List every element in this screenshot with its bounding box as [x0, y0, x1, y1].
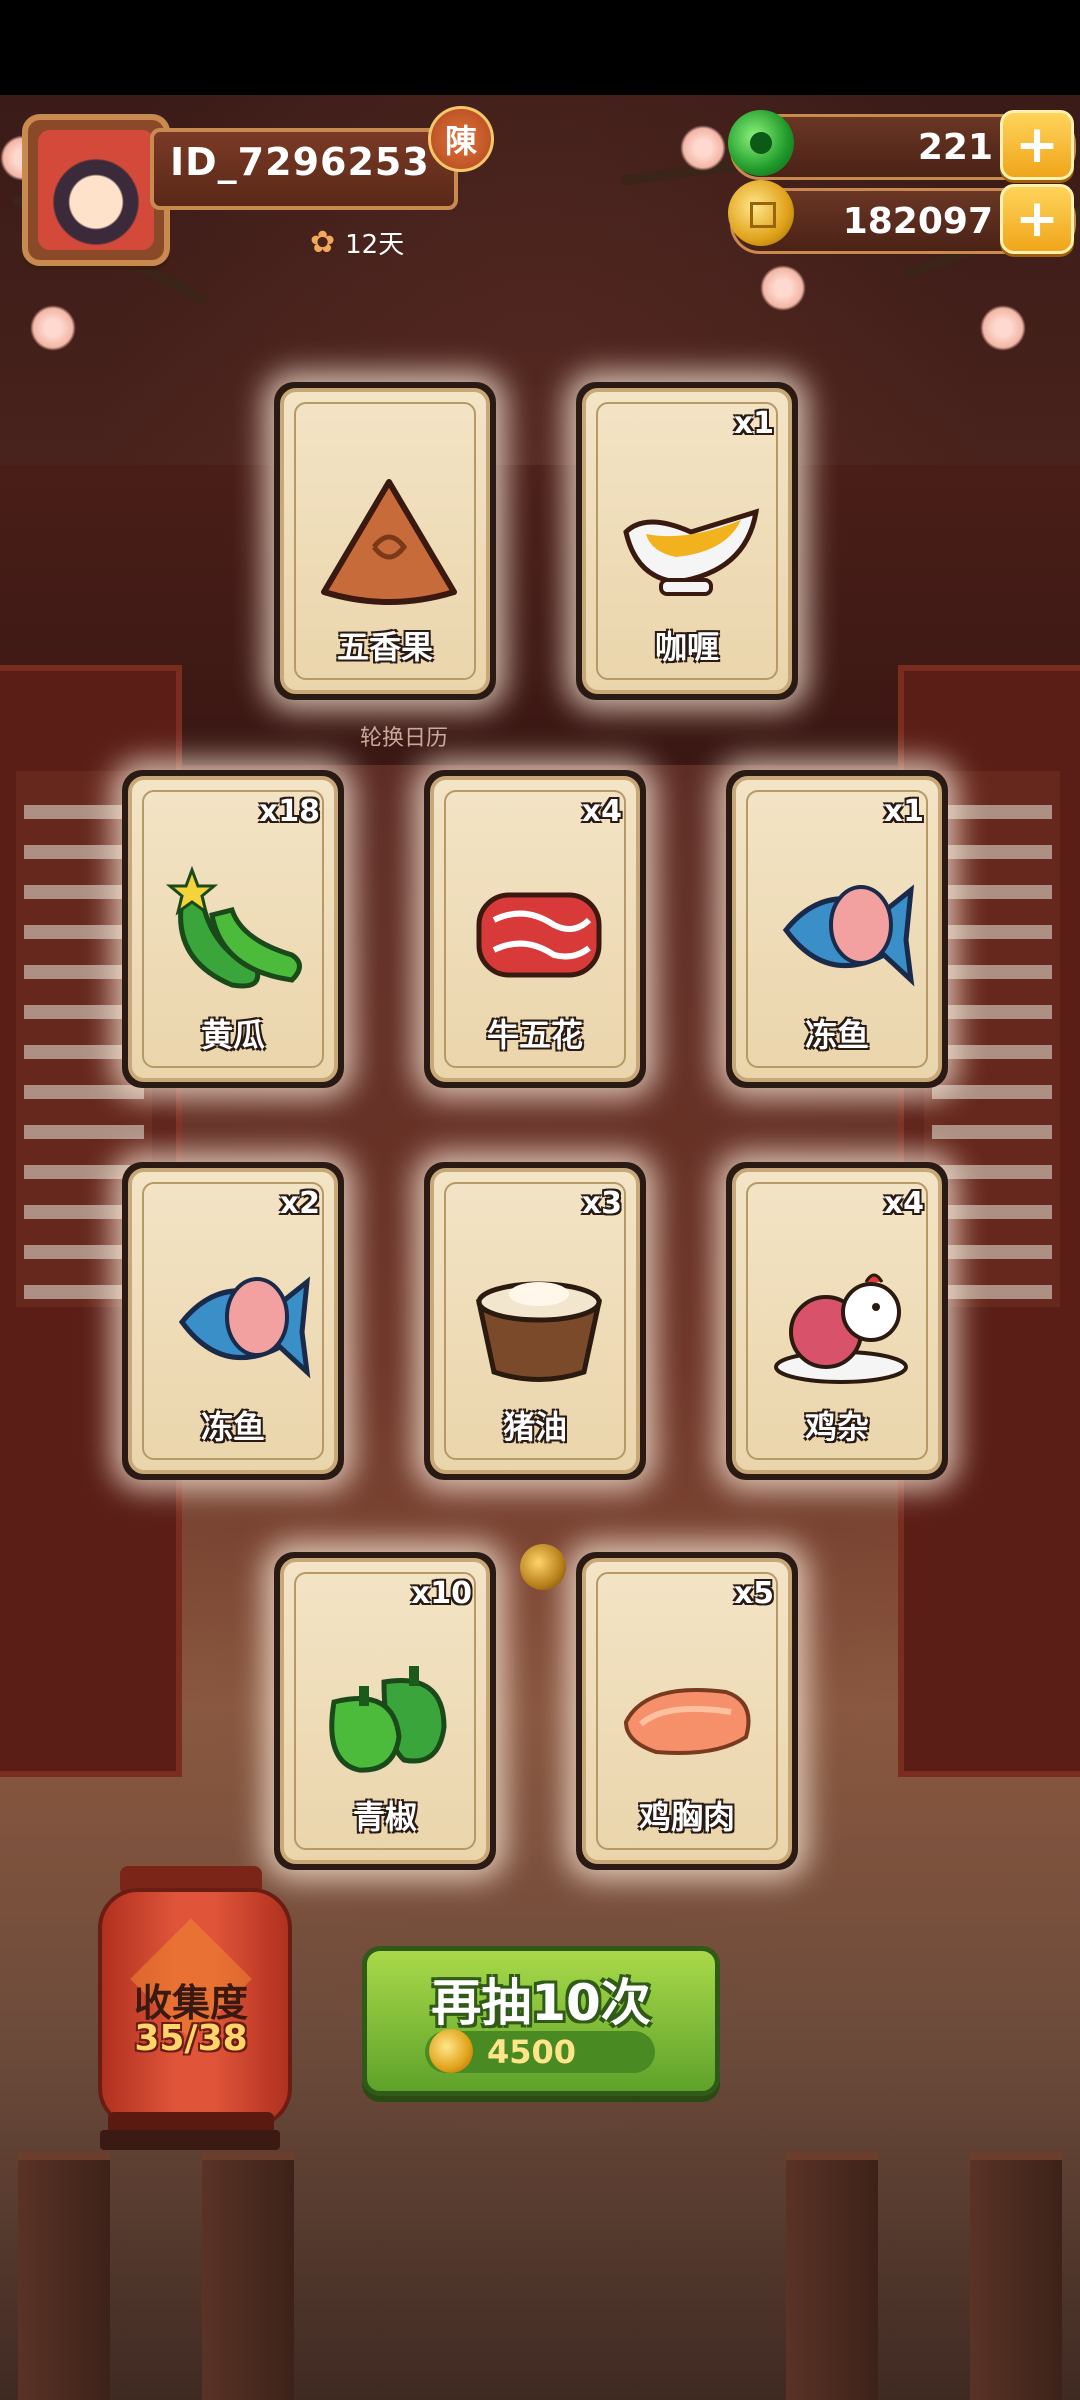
fence-post [18, 2152, 110, 2400]
reward-card[interactable]: x10 青椒 [274, 1552, 496, 1870]
blossom [30, 305, 76, 351]
card-name: 鸡胸肉 [638, 1798, 735, 1836]
card-name: 牛五花 [486, 1016, 583, 1054]
jade-value: 221 [917, 127, 993, 168]
calendar-label: 轮换日历 [360, 726, 449, 751]
fence-post [202, 2152, 294, 2400]
coin-icon [520, 1544, 566, 1590]
coin-icon [429, 2029, 473, 2073]
card-name: 黄瓜 [200, 1016, 265, 1054]
card-name: 鸡杂 [804, 1408, 869, 1446]
sprout-icon: ✿ [310, 224, 336, 260]
add-jade-button[interactable]: + [1000, 110, 1074, 180]
reward-card[interactable]: x4 鸡杂 [726, 1162, 948, 1480]
login-days: ✿ 12天 [310, 222, 404, 262]
player-id: ID_7296253 [170, 140, 430, 184]
card-qty: x2 [279, 1186, 320, 1221]
draw-again-label: 再抽10次 [431, 1974, 651, 2032]
frozen-fish-icon [178, 1276, 311, 1379]
card-qty: x10 [410, 1576, 472, 1611]
reward-card[interactable]: x1 冻鱼 [726, 770, 948, 1088]
collection-progress: 35/38 [134, 2018, 248, 2059]
add-coins-button[interactable]: + [1000, 184, 1074, 254]
card-name: 猪油 [502, 1408, 567, 1446]
avatar [38, 130, 154, 250]
reward-card[interactable]: x2 冻鱼 [122, 1162, 344, 1480]
green-pepper-icon [329, 1666, 447, 1773]
card-qty: x18 [258, 794, 320, 829]
beef-brisket-icon [476, 892, 602, 978]
card-name: 青椒 [352, 1798, 417, 1836]
player-avatar[interactable] [22, 114, 170, 266]
login-days-text: 12天 [345, 229, 405, 260]
player-badge[interactable]: 陳 [428, 106, 494, 172]
card-qty: x5 [733, 1576, 774, 1611]
card-qty: x1 [883, 794, 924, 829]
reward-card[interactable]: x18 黄瓜 [122, 770, 344, 1088]
chicken-giblets-icon [774, 1273, 908, 1384]
frozen-fish-icon [782, 884, 915, 987]
blossom [760, 265, 806, 311]
chicken-breast-icon [623, 1688, 751, 1755]
spice-fruit-icon [321, 479, 457, 605]
lard-cup-icon [475, 1281, 603, 1382]
status-bar [0, 0, 1080, 95]
card-qty: x4 [883, 1186, 924, 1221]
reward-card[interactable]: x3 猪油 [424, 1162, 646, 1480]
coin-icon [728, 180, 794, 246]
blossom [680, 125, 726, 171]
reward-card[interactable]: x4 牛五花 [424, 770, 646, 1088]
curry-gravy-boat-icon [623, 508, 760, 596]
draw-again-button[interactable]: 再抽10次 4500 [362, 1946, 720, 2096]
reward-card[interactable]: x1 咖喱 [576, 382, 798, 700]
card-qty: x4 [581, 794, 622, 829]
card-qty: x1 [733, 406, 774, 441]
reward-card[interactable]: 五香果 [274, 382, 496, 700]
card-name: 五香果 [336, 628, 433, 666]
card-name: 冻鱼 [200, 1408, 265, 1446]
card-qty: x3 [581, 1186, 622, 1221]
coin-value: 182097 [842, 201, 993, 242]
cucumber-icon [165, 865, 302, 989]
fence-post [970, 2152, 1062, 2400]
blossom [980, 305, 1026, 351]
jade-icon [728, 110, 794, 176]
draw-cost: 4500 [487, 2033, 577, 2071]
lantern-stand [100, 2130, 280, 2150]
card-name: 冻鱼 [804, 1016, 869, 1054]
reward-card[interactable]: x5 鸡胸肉 [576, 1552, 798, 1870]
card-name: 咖喱 [654, 628, 719, 666]
fence-post [786, 2152, 878, 2400]
